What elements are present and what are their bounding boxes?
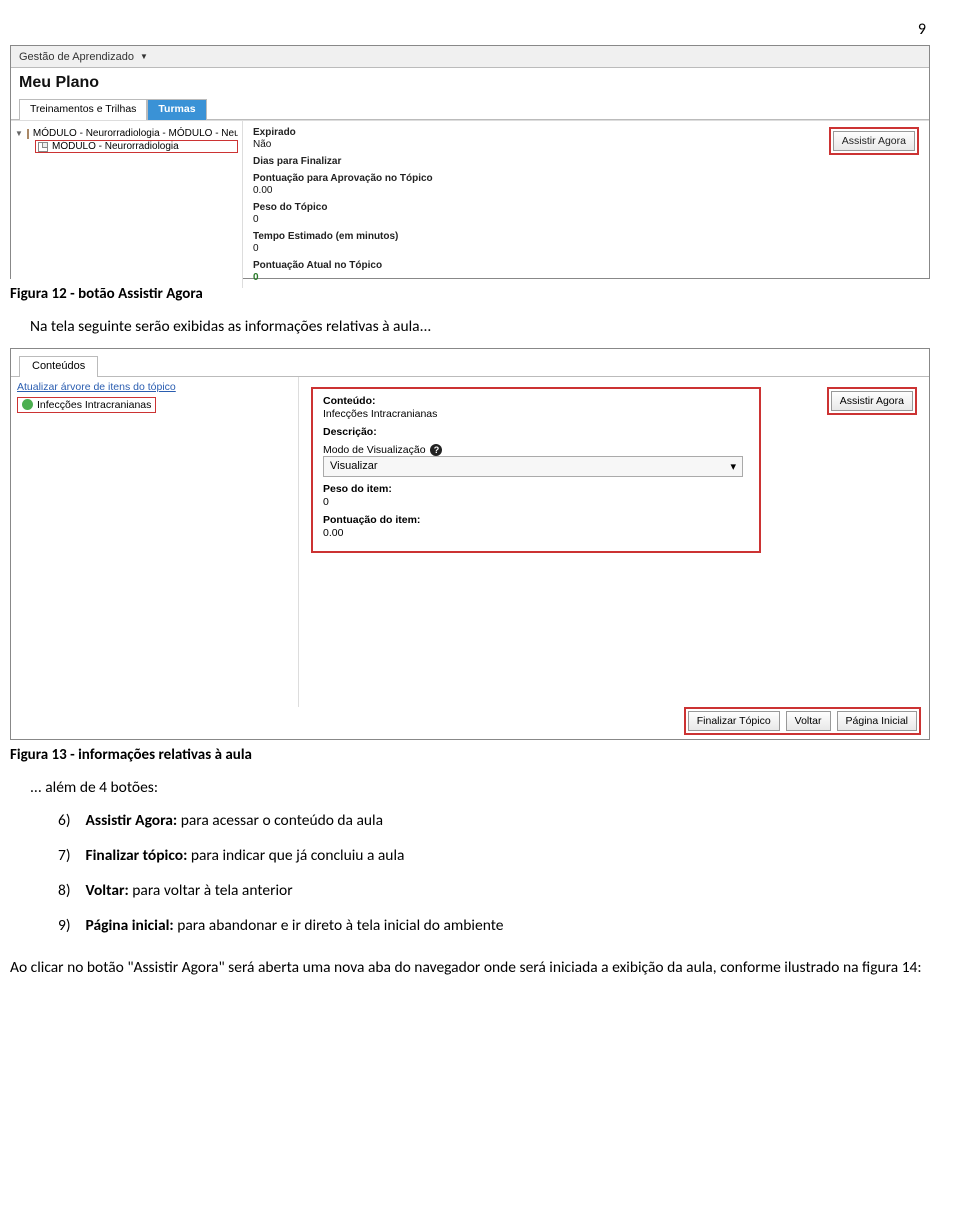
value-peso-topico: 0 — [253, 214, 919, 225]
chevron-down-icon: ▼ — [140, 52, 148, 61]
button-list: 6) Assistir Agora: para acessar o conteú… — [50, 811, 930, 937]
label-peso-topico: Peso do Tópico — [253, 202, 919, 213]
tree-root[interactable]: ▼ MÓDULO - Neurorradiologia - MÓDULO - N… — [15, 127, 238, 140]
footer-buttons-highlight: Finalizar Tópico Voltar Página Inicial — [684, 707, 921, 735]
value-pontuacao-item: 0.00 — [323, 527, 749, 539]
figure-12-screenshot: Gestão de Aprendizado ▼ Meu Plano Treina… — [10, 45, 930, 279]
tabs: Treinamentos e Trilhas Turmas — [11, 98, 929, 120]
content-details: Assistir Agora Conteúdo:Infecções Intrac… — [299, 377, 929, 707]
help-icon[interactable]: ? — [430, 444, 442, 456]
assistir-agora-button-2[interactable]: Assistir Agora — [831, 391, 913, 411]
list-item-9: 9) Página inicial: para abandonar e ir d… — [50, 916, 930, 937]
value-pontuacao-atual: 0 — [253, 272, 919, 283]
menu-gestao[interactable]: Gestão de Aprendizado — [19, 51, 134, 63]
label-pontuacao-aprovacao: Pontuação para Aprovação no Tópico — [253, 173, 919, 184]
tree-collapse-icon[interactable]: ▼ — [15, 129, 23, 138]
status-circle-icon — [22, 399, 33, 410]
assistir-agora-highlight: Assistir Agora — [829, 127, 919, 155]
list-item-8: 8) Voltar: para voltar à tela anterior — [50, 881, 930, 902]
label-pontuacao-atual: Pontuação Atual no Tópico — [253, 260, 919, 271]
tree-item-label: Infecções Intracranianas — [37, 399, 151, 411]
tree-item-infeccoes[interactable]: Infecções Intracranianas — [17, 397, 156, 413]
assistir-agora-button[interactable]: Assistir Agora — [833, 131, 915, 151]
select-value: Visualizar — [330, 460, 378, 472]
tab-treinamentos[interactable]: Treinamentos e Trilhas — [19, 99, 147, 120]
content-info-highlight: Conteúdo:Infecções Intracranianas Descri… — [311, 387, 761, 553]
pagina-inicial-button[interactable]: Página Inicial — [837, 711, 917, 731]
voltar-button[interactable]: Voltar — [786, 711, 831, 731]
paragraph-intro-13: Na tela seguinte serão exibidas as infor… — [30, 317, 930, 338]
value-pontuacao-aprovacao: 0.00 — [253, 185, 919, 196]
refresh-tree-link[interactable]: Atualizar árvore de itens do tópico — [17, 381, 176, 393]
select-modo-visualizacao[interactable]: Visualizar ▾ — [323, 456, 743, 477]
tree-child-selected[interactable]: MÓDULO - Neurorradiologia — [35, 140, 238, 153]
value-peso-item: 0 — [323, 496, 749, 508]
sidebar-conteudos: Atualizar árvore de itens do tópico Infe… — [11, 377, 299, 707]
label-tempo-estimado: Tempo Estimado (em minutos) — [253, 231, 919, 242]
value-expirado: Não — [253, 139, 919, 150]
list-item-7: 7) Finalizar tópico: para indicar que já… — [50, 846, 930, 867]
sidebar-tree: ▼ MÓDULO - Neurorradiologia - MÓDULO - N… — [11, 121, 243, 288]
chevron-down-icon: ▾ — [730, 460, 736, 473]
label-descricao: Descrição: — [323, 426, 749, 438]
label-peso-item: Peso do item: — [323, 483, 749, 495]
assistir-agora-highlight-2: Assistir Agora — [827, 387, 917, 415]
folder-icon — [27, 129, 29, 139]
tab-conteudos[interactable]: Conteúdos — [19, 356, 98, 377]
tree-root-label: MÓDULO - Neurorradiologia - MÓDULO - Neu… — [33, 128, 238, 139]
page-number: 9 — [10, 20, 930, 39]
menubar: Gestão de Aprendizado ▼ — [11, 46, 929, 68]
page-title: Meu Plano — [11, 68, 929, 94]
tabs-conteudos: Conteúdos — [11, 349, 929, 377]
closing-paragraph: Ao clicar no botão "Assistir Agora" será… — [10, 957, 930, 979]
value-tempo-estimado: 0 — [253, 243, 919, 254]
finalizar-topico-button[interactable]: Finalizar Tópico — [688, 711, 780, 731]
document-icon — [38, 142, 48, 152]
label-pontuacao-item: Pontuação do item: — [323, 514, 749, 526]
label-conteudo: Conteúdo: — [323, 395, 749, 407]
figure-13-screenshot: Conteúdos Atualizar árvore de itens do t… — [10, 348, 930, 740]
value-conteudo: Infecções Intracranianas — [323, 408, 749, 420]
details-panel: Assistir Agora ExpiradoNão Dias para Fin… — [243, 121, 929, 288]
list-item-6: 6) Assistir Agora: para acessar o conteú… — [50, 811, 930, 832]
label-expirado: Expirado — [253, 127, 919, 138]
label-dias-finalizar: Dias para Finalizar — [253, 156, 919, 167]
tab-turmas[interactable]: Turmas — [147, 99, 206, 120]
list-intro: ... além de 4 botões: — [30, 778, 930, 797]
figure-13-caption: Figura 13 - informações relativas à aula — [10, 746, 930, 764]
label-modo-visualizacao: Modo de Visualização ? — [323, 444, 749, 456]
tree-child-label: MÓDULO - Neurorradiologia — [52, 141, 179, 152]
